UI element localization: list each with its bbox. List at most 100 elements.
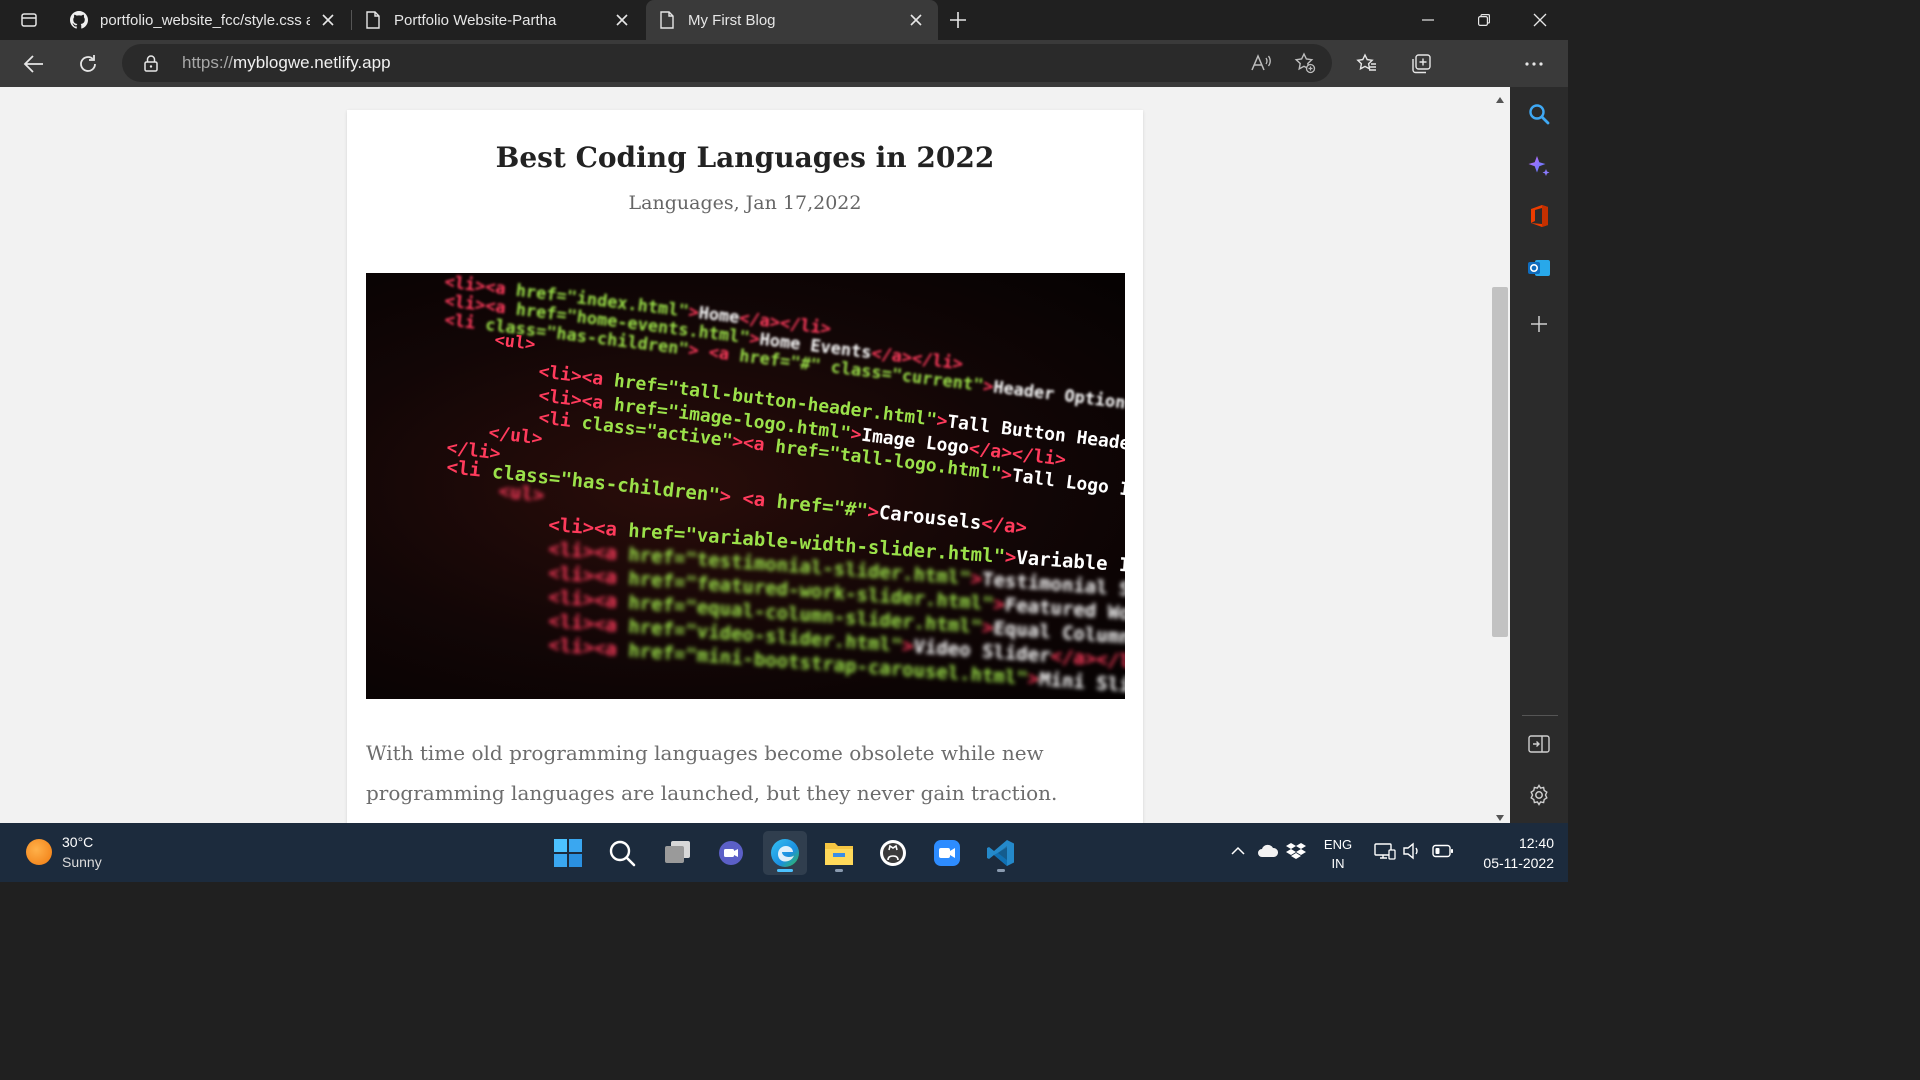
search-icon: [1529, 104, 1550, 125]
url-host: myblogwe.netlify.app: [233, 53, 391, 72]
taskbar-edge-button[interactable]: [763, 831, 807, 875]
running-indicator: [997, 869, 1005, 872]
vscode-button[interactable]: [979, 831, 1023, 875]
refresh-icon: [80, 55, 96, 72]
start-button[interactable]: [546, 831, 590, 875]
tab-actions-icon: [21, 13, 37, 27]
plus-icon: [1531, 316, 1547, 332]
battery-tray-button[interactable]: [1429, 837, 1457, 865]
gear-icon: [1530, 784, 1548, 806]
restore-icon: [1478, 14, 1490, 26]
outlook-icon: [1528, 260, 1550, 276]
chevron-up-icon: [1231, 846, 1245, 855]
dropbox-icon: [1286, 843, 1306, 859]
address-bar[interactable]: https://myblogwe.netlify.app: [122, 44, 1332, 82]
page-icon: [364, 11, 382, 29]
close-icon: [1533, 13, 1547, 27]
search-icon: [609, 840, 636, 867]
read-aloud-icon: [1251, 54, 1271, 71]
sidebar-outlook-button[interactable]: [1523, 252, 1555, 284]
show-hidden-icons-button[interactable]: [1224, 837, 1252, 865]
sidebar-settings-button[interactable]: [1523, 779, 1555, 811]
network-tray-button[interactable]: [1371, 837, 1399, 865]
file-explorer-button[interactable]: [817, 831, 861, 875]
sun-icon[interactable]: [26, 839, 52, 865]
page-scrollbar[interactable]: [1490, 87, 1510, 823]
running-indicator: [835, 869, 843, 872]
tab-strip: portfolio_website_fcc/style.css at Portf…: [0, 0, 1568, 40]
code-screenshot-image: <li><a href="index.html">Home</a></li><l…: [443, 273, 1125, 699]
back-button[interactable]: [16, 46, 52, 82]
sidebar-hide-button[interactable]: [1523, 728, 1555, 760]
restore-button[interactable]: [1456, 0, 1512, 40]
weather-description[interactable]: Sunny: [62, 854, 102, 870]
close-icon[interactable]: [906, 10, 926, 30]
settings-more-button[interactable]: [1516, 46, 1552, 82]
tab-actions-button[interactable]: [10, 6, 48, 34]
new-tab-button[interactable]: [942, 4, 974, 36]
zoom-button[interactable]: [925, 831, 969, 875]
scroll-up-arrow-icon[interactable]: [1495, 91, 1505, 103]
github-desktop-icon: [880, 840, 906, 866]
sidebar-discover-button[interactable]: [1523, 150, 1555, 182]
close-icon[interactable]: [318, 10, 338, 30]
browser-toolbar: https://myblogwe.netlify.app: [0, 40, 1568, 118]
sidebar-search-button[interactable]: [1523, 98, 1555, 130]
minimize-icon: [1422, 19, 1434, 21]
taskbar-search-button[interactable]: [600, 831, 644, 875]
speaker-icon: [1403, 842, 1418, 860]
tab-title: Portfolio Website-Partha: [394, 11, 557, 29]
edge-sidebar: [1510, 87, 1568, 823]
clock-date: 05-11-2022: [1483, 855, 1554, 871]
scroll-thumb[interactable]: [1492, 287, 1508, 637]
page-viewport: Best Coding Languages in 2022 Languages,…: [0, 87, 1510, 823]
teams-chat-button[interactable]: [709, 831, 753, 875]
collections-button[interactable]: [1403, 46, 1439, 82]
star-add-icon: [1294, 52, 1316, 74]
github-desktop-button[interactable]: [871, 831, 915, 875]
sidebar-add-button[interactable]: [1523, 308, 1555, 340]
read-aloud-button[interactable]: [1244, 46, 1278, 80]
post-meta: Languages, Jan 17,2022: [628, 192, 862, 214]
sidebar-office-button[interactable]: [1523, 200, 1555, 232]
lock-icon[interactable]: [142, 54, 160, 72]
page-icon: [658, 11, 676, 29]
tab-portfolio[interactable]: Portfolio Website-Partha: [352, 0, 644, 40]
favorites-icon: [1356, 53, 1376, 71]
vscode-icon: [987, 840, 1014, 866]
taskbar-clock[interactable]: 12:40 05-11-2022: [1466, 833, 1554, 873]
tab-github-style[interactable]: portfolio_website_fcc/style.css at: [58, 0, 350, 40]
blog-post-card: Best Coding Languages in 2022 Languages,…: [347, 110, 1143, 823]
cloud-icon: [1258, 844, 1279, 857]
minimize-button[interactable]: [1400, 0, 1456, 40]
office-icon: [1531, 205, 1548, 227]
weather-temperature[interactable]: 30°C: [62, 834, 93, 850]
code-line: <ul>: [497, 480, 545, 507]
favorites-button[interactable]: [1349, 46, 1385, 82]
windows-taskbar: 30°C Sunny ENG IN 12:40 05-11-2022: [0, 823, 1568, 882]
post-title: Best Coding Languages in 2022: [495, 141, 995, 174]
volume-tray-button[interactable]: [1398, 837, 1426, 865]
dropbox-tray-button[interactable]: [1282, 837, 1310, 865]
clock-time: 12:40: [1518, 835, 1554, 851]
onedrive-tray-button[interactable]: [1254, 837, 1282, 865]
post-body-text: With time old programming languages beco…: [366, 741, 1058, 805]
scroll-down-arrow-icon[interactable]: [1495, 809, 1505, 821]
zoom-icon: [934, 840, 960, 866]
sidebar-divider: [1522, 715, 1558, 716]
add-favorite-button[interactable]: [1288, 46, 1322, 80]
task-view-button[interactable]: [655, 831, 699, 875]
address-url[interactable]: https://myblogwe.netlify.app: [182, 53, 391, 73]
close-window-button[interactable]: [1512, 0, 1568, 40]
region-code: IN: [1331, 856, 1345, 871]
teams-chat-icon: [719, 841, 743, 865]
refresh-button[interactable]: [70, 46, 106, 82]
more-icon: [1525, 62, 1543, 66]
hide-sidebar-icon: [1528, 735, 1550, 753]
input-language-indicator[interactable]: ENG IN: [1322, 835, 1354, 873]
tab-title: My First Blog: [688, 11, 776, 29]
language-code: ENG: [1323, 837, 1353, 852]
task-view-icon: [665, 841, 690, 863]
tab-my-first-blog[interactable]: My First Blog: [646, 0, 938, 40]
close-icon[interactable]: [612, 10, 632, 30]
